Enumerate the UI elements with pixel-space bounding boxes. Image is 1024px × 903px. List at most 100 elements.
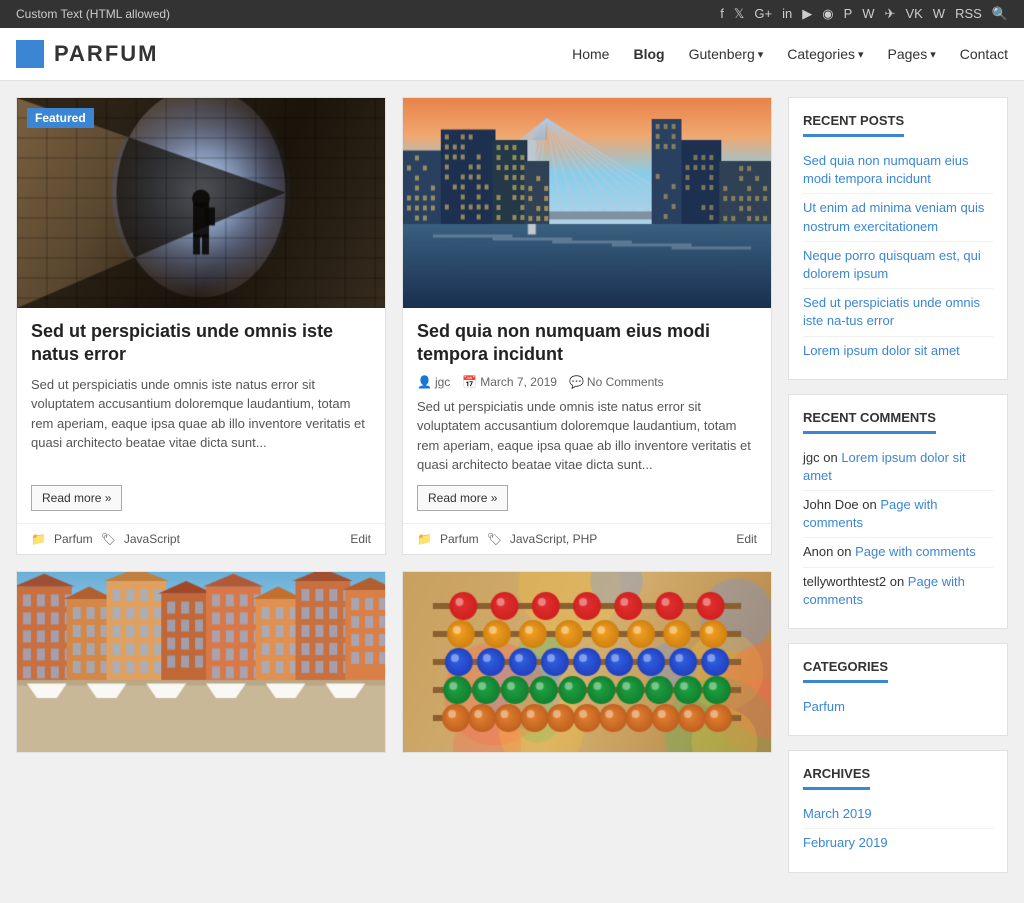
post-comments-2: No Comments <box>587 375 664 389</box>
post-tag-2[interactable]: JavaScript, PHP <box>510 532 597 546</box>
comment-on-1: on <box>823 450 841 465</box>
nav-pages[interactable]: Pages <box>888 46 936 62</box>
comments-icon: 💬 No Comments <box>569 375 664 389</box>
nav-home[interactable]: Home <box>572 46 609 62</box>
post-card-3 <box>16 571 386 753</box>
social-icons: f 𝕏 G+ in ▶ ◉ P W ✈ VK W RSS 🔍 <box>720 6 1008 22</box>
post-image-4 <box>403 572 771 752</box>
twitter-icon[interactable]: 𝕏 <box>734 6 744 22</box>
post-card-4 <box>402 571 772 753</box>
whatsapp-icon[interactable]: W <box>933 6 945 22</box>
archive-item-2[interactable]: February 2019 <box>803 829 993 857</box>
recent-post-3[interactable]: Neque porro quisquam est, qui dolorem ip… <box>803 242 993 289</box>
featured-badge: Featured <box>27 108 94 128</box>
post-image-3 <box>17 572 385 752</box>
nav-blog[interactable]: Blog <box>633 46 664 62</box>
comment-on-4: on <box>890 574 908 589</box>
categories-section: CATEGORIES Parfum <box>788 643 1008 736</box>
vk-icon[interactable]: VK <box>905 6 922 22</box>
facebook-icon[interactable]: f <box>720 6 724 22</box>
archives-list: March 2019 February 2019 <box>803 800 993 857</box>
main-nav: Home Blog Gutenberg Categories Pages Con… <box>572 46 1008 62</box>
telegram-icon[interactable]: ✈ <box>885 6 896 22</box>
recent-comments-title: RECENT COMMENTS <box>803 410 936 434</box>
top-bar: Custom Text (HTML allowed) f 𝕏 G+ in ▶ ◉… <box>0 0 1024 28</box>
tag-icon: 🏷 <box>101 532 116 546</box>
categories-title: CATEGORIES <box>803 659 888 683</box>
comment-user-2: John Doe <box>803 497 859 512</box>
nav-categories[interactable]: Categories <box>787 46 863 62</box>
recent-posts-title: RECENT POSTS <box>803 113 904 137</box>
post-title-2[interactable]: Sed quia non numquam eius modi tempora i… <box>417 320 757 367</box>
post-category-2[interactable]: Parfum <box>440 532 479 546</box>
main-wrap: Featured Sed ut perspiciatis unde omnis … <box>0 81 1024 903</box>
nav-gutenberg[interactable]: Gutenberg <box>689 46 764 62</box>
instagram-icon[interactable]: ◉ <box>822 6 833 22</box>
post-body-1: Sed ut perspiciatis unde omnis iste natu… <box>17 308 385 523</box>
post-meta-2: 👤 jgc 📅 March 7, 2019 💬 No Comments <box>417 375 757 389</box>
gplus-icon[interactable]: G+ <box>754 6 772 22</box>
wordpress-icon[interactable]: W <box>862 6 874 22</box>
category-icon-2: 📁 <box>417 532 432 546</box>
recent-post-4[interactable]: Sed ut perspiciatis unde omnis iste na-t… <box>803 289 993 336</box>
post-date-2: March 7, 2019 <box>480 375 557 389</box>
post-category-1[interactable]: Parfum <box>54 532 93 546</box>
post-title-1[interactable]: Sed ut perspiciatis unde omnis iste natu… <box>31 320 371 367</box>
logo-text: PARFUM <box>54 41 158 67</box>
post-tags-2: 📁 Parfum 🏷 JavaScript, PHP <box>417 532 597 546</box>
sidebar: RECENT POSTS Sed quia non numquam eius m… <box>788 97 1008 887</box>
date-icon: 📅 March 7, 2019 <box>462 375 557 389</box>
comment-on-3: on <box>837 544 855 559</box>
recent-posts-section: RECENT POSTS Sed quia non numquam eius m… <box>788 97 1008 380</box>
categories-list: Parfum <box>803 693 993 721</box>
recent-posts-list: Sed quia non numquam eius modi tempora i… <box>803 147 993 365</box>
post-image-2 <box>403 98 771 308</box>
recent-post-2[interactable]: Ut enim ad minima veniam quis nostrum ex… <box>803 194 993 241</box>
post-tag-1[interactable]: JavaScript <box>124 532 180 546</box>
category-icon: 📁 <box>31 532 46 546</box>
post-excerpt-2: Sed ut perspiciatis unde omnis iste natu… <box>417 397 757 475</box>
logo[interactable]: PARFUM <box>16 40 158 68</box>
search-icon[interactable]: 🔍 <box>992 6 1008 22</box>
comment-link-3[interactable]: Page with comments <box>855 544 976 559</box>
post-author-2: jgc <box>435 375 450 389</box>
linkedin-icon[interactable]: in <box>782 6 792 22</box>
post-tags-1: 📁 Parfum 🏷 JavaScript <box>31 532 180 546</box>
post-image-1: Featured <box>17 98 385 308</box>
header: PARFUM Home Blog Gutenberg Categories Pa… <box>0 28 1024 81</box>
post-footer-1: 📁 Parfum 🏷 JavaScript Edit <box>17 523 385 554</box>
category-item-1[interactable]: Parfum <box>803 693 993 721</box>
comment-4: tellyworthtest2 on Page with comments <box>803 568 993 614</box>
tag-icon-2: 🏷 <box>487 532 502 546</box>
comment-3: Anon on Page with comments <box>803 538 993 567</box>
post-edit-2[interactable]: Edit <box>736 532 757 546</box>
comment-user-1: jgc <box>803 450 820 465</box>
custom-text-label: Custom Text (HTML allowed) <box>16 7 170 21</box>
post-grid-bottom <box>16 571 772 753</box>
post-footer-2: 📁 Parfum 🏷 JavaScript, PHP Edit <box>403 523 771 554</box>
rss-icon[interactable]: RSS <box>955 6 982 22</box>
post-card-1: Featured Sed ut perspiciatis unde omnis … <box>16 97 386 555</box>
archives-title: ARCHIVES <box>803 766 870 790</box>
youtube-icon[interactable]: ▶ <box>802 6 812 22</box>
logo-square <box>16 40 44 68</box>
post-edit-1[interactable]: Edit <box>350 532 371 546</box>
recent-post-1[interactable]: Sed quia non numquam eius modi tempora i… <box>803 147 993 194</box>
read-more-2[interactable]: Read more » <box>417 485 508 511</box>
comment-2: John Doe on Page with comments <box>803 491 993 538</box>
recent-comments-section: RECENT COMMENTS jgc on Lorem ipsum dolor… <box>788 394 1008 629</box>
nav-contact[interactable]: Contact <box>960 46 1008 62</box>
post-card-2: Sed quia non numquam eius modi tempora i… <box>402 97 772 555</box>
post-grid-top: Featured Sed ut perspiciatis unde omnis … <box>16 97 772 555</box>
comment-on-2: on <box>862 497 880 512</box>
comment-1: jgc on Lorem ipsum dolor sit amet <box>803 444 993 491</box>
read-more-1[interactable]: Read more » <box>31 485 122 511</box>
author-icon: 👤 jgc <box>417 375 450 389</box>
archives-section: ARCHIVES March 2019 February 2019 <box>788 750 1008 872</box>
comment-user-4: tellyworthtest2 <box>803 574 886 589</box>
comment-user-3: Anon <box>803 544 833 559</box>
content-area: Featured Sed ut perspiciatis unde omnis … <box>16 97 772 887</box>
pinterest-icon[interactable]: P <box>844 6 853 22</box>
archive-item-1[interactable]: March 2019 <box>803 800 993 829</box>
recent-post-5[interactable]: Lorem ipsum dolor sit amet <box>803 337 993 365</box>
